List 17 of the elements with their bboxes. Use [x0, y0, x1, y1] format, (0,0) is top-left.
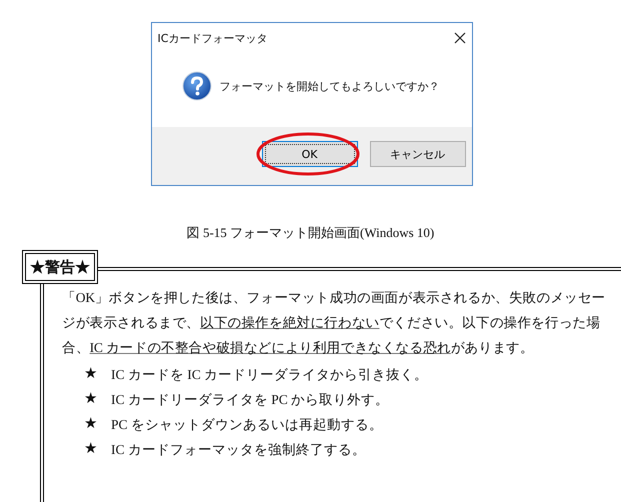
window-title: ICカードフォーマッタ [158, 30, 268, 46]
ok-button[interactable]: OK [262, 141, 358, 167]
warning-item: IC カードリーダライタを PC から取り外す。 [111, 391, 390, 409]
star-bullet: ★ [84, 440, 97, 459]
dialog-message: フォーマットを開始してもよろしいですか？ [220, 78, 440, 94]
warning-item: IC カードフォーマッタを強制終了する。 [111, 441, 366, 459]
figure-caption: 図 5-15 フォーマット開始画面(Windows 10) [186, 224, 436, 242]
warning-item: PC をシャットダウンあるいは再起動する。 [111, 416, 383, 434]
star-bullet: ★ [84, 415, 97, 434]
cancel-button[interactable]: キャンセル [370, 141, 466, 167]
star-bullet: ★ [84, 365, 97, 384]
warning-label: ★警告★ [22, 250, 98, 284]
warning-paragraph: 「OK」ボタンを押した後は、フォーマット成功の画面が表示されるか、失敗のメッセージが表示されるまで、以下の操作を絶対に行わないでください。以下の操作を行った場合、IC カードの不整合や破損などにより利用できなくなる恐れがあります。 [62, 289, 606, 357]
close-icon[interactable] [454, 32, 466, 44]
question-icon [182, 71, 212, 101]
warning-item: IC カードを IC カードリーダライタから引き抜く。 [111, 366, 428, 384]
star-bullet: ★ [84, 390, 97, 409]
